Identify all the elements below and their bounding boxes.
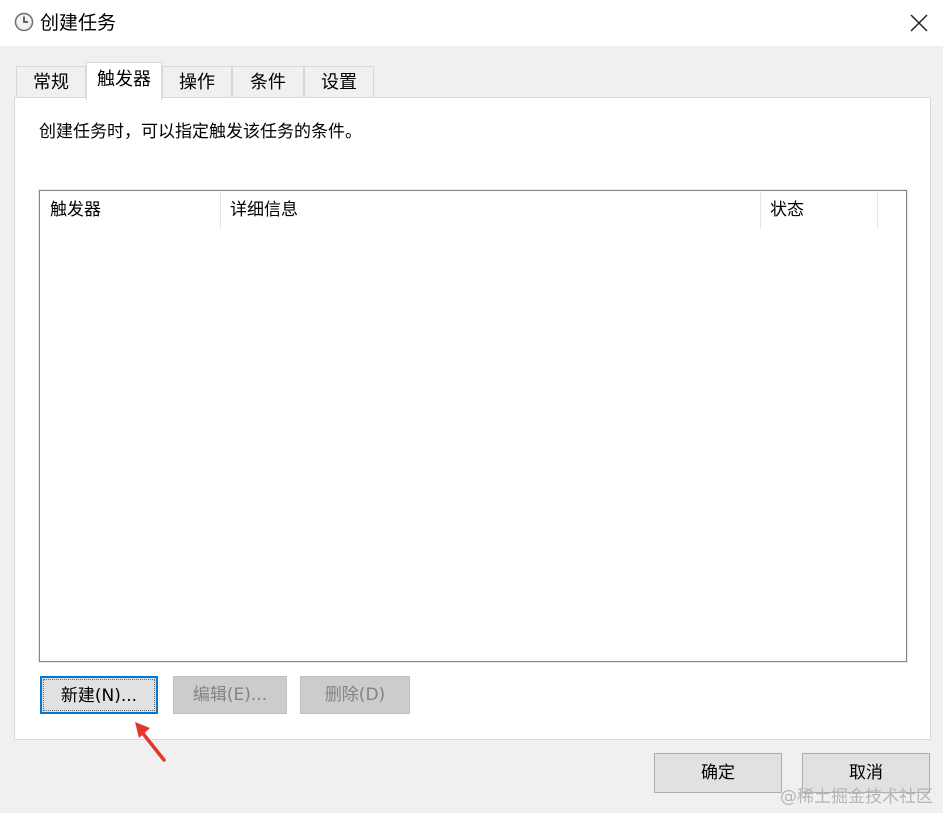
watermark: @稀土掘金技术社区 [780,787,933,807]
title-bar [0,0,947,46]
column-header-status[interactable]: 状态 [760,191,877,229]
clock-icon [14,12,34,32]
new-trigger-button-label: 新建(N)... [43,679,155,711]
column-header-trigger[interactable]: 触发器 [40,191,220,229]
annotation-arrow-icon [135,722,166,762]
close-button[interactable] [896,4,942,42]
tab-panel-triggers: 创建任务时，可以指定触发该任务的条件。 触发器 详细信息 状态 新建(N)...… [14,97,931,740]
triggers-list[interactable]: 触发器 详细信息 状态 [38,189,908,663]
ok-button[interactable]: 确定 [654,753,782,793]
window-title: 创建任务 [40,12,117,34]
close-icon [910,14,928,32]
window-edge [943,0,947,813]
new-trigger-button[interactable]: 新建(N)... [40,676,158,714]
triggers-description: 创建任务时，可以指定触发该任务的条件。 [39,122,362,142]
tab-general[interactable]: 常规 [16,66,86,98]
column-header-details[interactable]: 详细信息 [220,191,760,229]
column-separator[interactable] [877,192,878,228]
tab-actions[interactable]: 操作 [162,66,232,98]
tab-triggers[interactable]: 触发器 [86,62,162,100]
tab-conditions[interactable]: 条件 [232,66,304,98]
edit-trigger-button[interactable]: 编辑(E)... [173,676,287,714]
delete-trigger-button[interactable]: 删除(D) [300,676,410,714]
tab-settings[interactable]: 设置 [304,66,374,98]
